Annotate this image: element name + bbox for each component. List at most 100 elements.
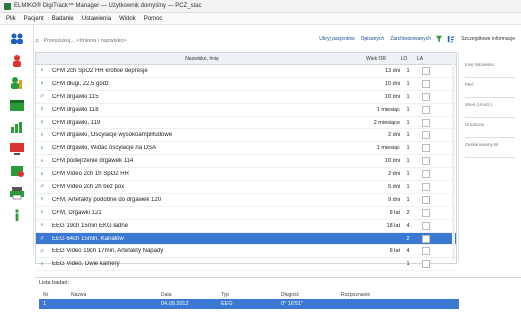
row-lo: 2: [406, 235, 410, 242]
row-checkbox[interactable]: [422, 92, 430, 101]
print-button[interactable]: [6, 184, 28, 201]
search-input[interactable]: [43, 36, 194, 46]
detail-field: [465, 89, 515, 98]
menu-badanie[interactable]: Badanie: [52, 16, 74, 22]
patients-button[interactable]: [6, 30, 28, 47]
header-nr[interactable]: Nr: [39, 292, 71, 298]
female-icon: ♀: [39, 119, 45, 126]
table-row[interactable]: ♂ CFM drgawki 115 10 dni 1: [36, 91, 456, 104]
table-row[interactable]: ♂ EEG Video 19ch 17min, Artefakty Napady 8…: [36, 245, 456, 259]
add-patient-icon: [13, 54, 21, 67]
record-button[interactable]: [6, 140, 28, 157]
row-checkbox[interactable]: [422, 118, 430, 127]
table-row[interactable]: ♀ CFM podejrzenie drgawek 114 10 dni 1: [36, 155, 456, 169]
male-icon: ♂: [39, 247, 45, 255]
table-row[interactable]: ♀ EEG 19ch 15min EKG ładne 18 lat 4: [36, 220, 456, 233]
row-checkbox[interactable]: [422, 131, 430, 140]
table-row[interactable]: ♀ CFM, Artefakty podobne do drgawek 120 9 …: [36, 194, 456, 207]
chart-icon: [11, 121, 22, 133]
menu-widok[interactable]: Widok: [119, 16, 136, 22]
row-lo: 1: [406, 132, 410, 139]
row-lo: 1: [406, 93, 410, 100]
row-age: 13 dni: [385, 67, 400, 74]
row-age: 5 dni: [388, 183, 400, 190]
header-age[interactable]: Wiek OR: [356, 56, 396, 62]
archive-button[interactable]: [6, 162, 28, 179]
table-row[interactable]: ♀ CFM drgawki 118 1 miesiąc 1: [36, 104, 456, 117]
menu-pomoc[interactable]: Pomoc: [144, 16, 163, 22]
table-row[interactable]: ♀ CFM Video 2ch 1h SpO2 HR 2 dni 1: [36, 168, 456, 182]
header-name[interactable]: Nazwisko, Imię: [48, 56, 356, 62]
table-row[interactable]: ♀ CFM drgawki, Oscylacje wysokoamplifudow…: [36, 129, 456, 143]
row-checkbox[interactable]: [422, 234, 430, 243]
detail-field: [465, 69, 515, 78]
row-lo: 1: [406, 171, 410, 178]
examinations-header: Nr Nazwa Data Typ Długość Rozpoznanie: [39, 290, 459, 299]
table-row[interactable]: ♀ EEG Video, Dwie kamery 1: [36, 258, 456, 272]
row-age: 8 lat: [389, 209, 400, 216]
row-age: 18 lat: [386, 222, 400, 229]
title-bar: ELMIKO® DigiTrack™ Manager — Użytkownik …: [0, 0, 521, 13]
row-checkbox[interactable]: [422, 170, 430, 179]
row-checkbox[interactable]: [422, 182, 430, 191]
menu-plik[interactable]: Plik: [6, 16, 16, 22]
examination-row[interactable]: 1 04.09.2012 EEG 0° 16'51": [39, 299, 459, 309]
info-button[interactable]: [6, 206, 28, 223]
filter-hide-patients[interactable]: Ukryj pacjentów: [319, 36, 354, 42]
edit-patient-button[interactable]: [6, 74, 28, 91]
table-scrollbar[interactable]: [452, 64, 455, 260]
row-checkbox[interactable]: [422, 66, 430, 75]
edit-patient-icon: [11, 76, 22, 89]
row-name: CFM, Drgawki 121: [52, 209, 102, 216]
header-lo[interactable]: LO: [396, 56, 412, 62]
header-nazwa[interactable]: Nazwa: [71, 292, 161, 298]
header-rozpoznanie[interactable]: Rozpoznanie: [341, 292, 401, 298]
table-row[interactable]: ♀ CFM długi, 22,5 godz 10 dni 1: [36, 78, 456, 91]
row-lo: 4: [406, 222, 410, 229]
header-typ[interactable]: Typ: [221, 292, 281, 298]
search-icon: ⌕: [35, 36, 40, 45]
row-checkbox[interactable]: [422, 260, 430, 269]
detail-label: Zeskanowany BI: [465, 142, 499, 147]
examinations-button[interactable]: [6, 96, 28, 113]
row-lo: 1: [406, 183, 410, 190]
row-age: 1 miesiąc: [376, 145, 400, 152]
table-row[interactable]: ♀ CFM, Drgawki 121 8 lat 2: [36, 207, 456, 220]
row-age: 2 dni: [388, 171, 400, 178]
table-row[interactable]: ♀ CFM drgawki, 119 2 miesiące 1: [36, 117, 456, 130]
table-row[interactable]: ♂ CFM Video 2ch 2h bez pox 5 dni 1: [36, 181, 456, 194]
row-lo: 2: [406, 209, 410, 216]
header-data[interactable]: Data: [161, 292, 221, 298]
header-dlugosc[interactable]: Długość: [281, 292, 341, 298]
row-checkbox[interactable]: [422, 208, 430, 217]
menu-pacjent[interactable]: Pacjent: [24, 16, 44, 22]
female-icon: ♀: [39, 67, 45, 75]
table-row[interactable]: ♂ EEG 64ch 15min, Kanałów 2: [36, 232, 456, 246]
female-icon: ♀: [39, 157, 45, 165]
menu-ustawienia[interactable]: Ustawienia: [82, 16, 111, 22]
add-patient-button[interactable]: [6, 52, 28, 69]
row-checkbox[interactable]: [422, 221, 430, 230]
table-row[interactable]: ♀ CFM drgawki, Widać oscylacje na DSA 1 mi…: [36, 142, 456, 156]
row-checkbox[interactable]: [422, 105, 430, 114]
patient-table: Nazwisko, Imię Wiek OR LO LA ♀ CFM 2ch Sp…: [35, 52, 457, 272]
row-checkbox[interactable]: [422, 195, 430, 204]
row-name: CFM podejrzenie drgawek 114: [52, 158, 134, 165]
statistics-button[interactable]: [6, 118, 28, 135]
row-checkbox[interactable]: [422, 79, 430, 88]
filter-described[interactable]: Opisanych: [361, 36, 385, 42]
row-checkbox[interactable]: [422, 144, 430, 153]
sort-icon[interactable]: [447, 35, 455, 43]
row-name: CFM Video 2ch 1h SpO2 HR: [52, 171, 129, 178]
row-name: EEG Video, Dwie kamery: [52, 261, 120, 268]
row-checkbox[interactable]: [422, 247, 430, 256]
row-lo: 1: [406, 67, 410, 74]
examinations-grid: Nr Nazwa Data Typ Długość Rozpoznanie 1 …: [39, 290, 459, 309]
app-icon: [4, 2, 11, 10]
row-checkbox[interactable]: [422, 157, 430, 166]
table-row[interactable]: ♀ CFM 2ch SpO2 HR krótkie depresje 13 dni 1: [36, 65, 456, 78]
filter-icon[interactable]: [435, 35, 443, 43]
header-la[interactable]: LA: [412, 56, 428, 62]
filter-archived[interactable]: Zarchiwizowanych: [390, 36, 431, 42]
details-tab[interactable]: Szczegółowe informacje: [461, 36, 515, 42]
